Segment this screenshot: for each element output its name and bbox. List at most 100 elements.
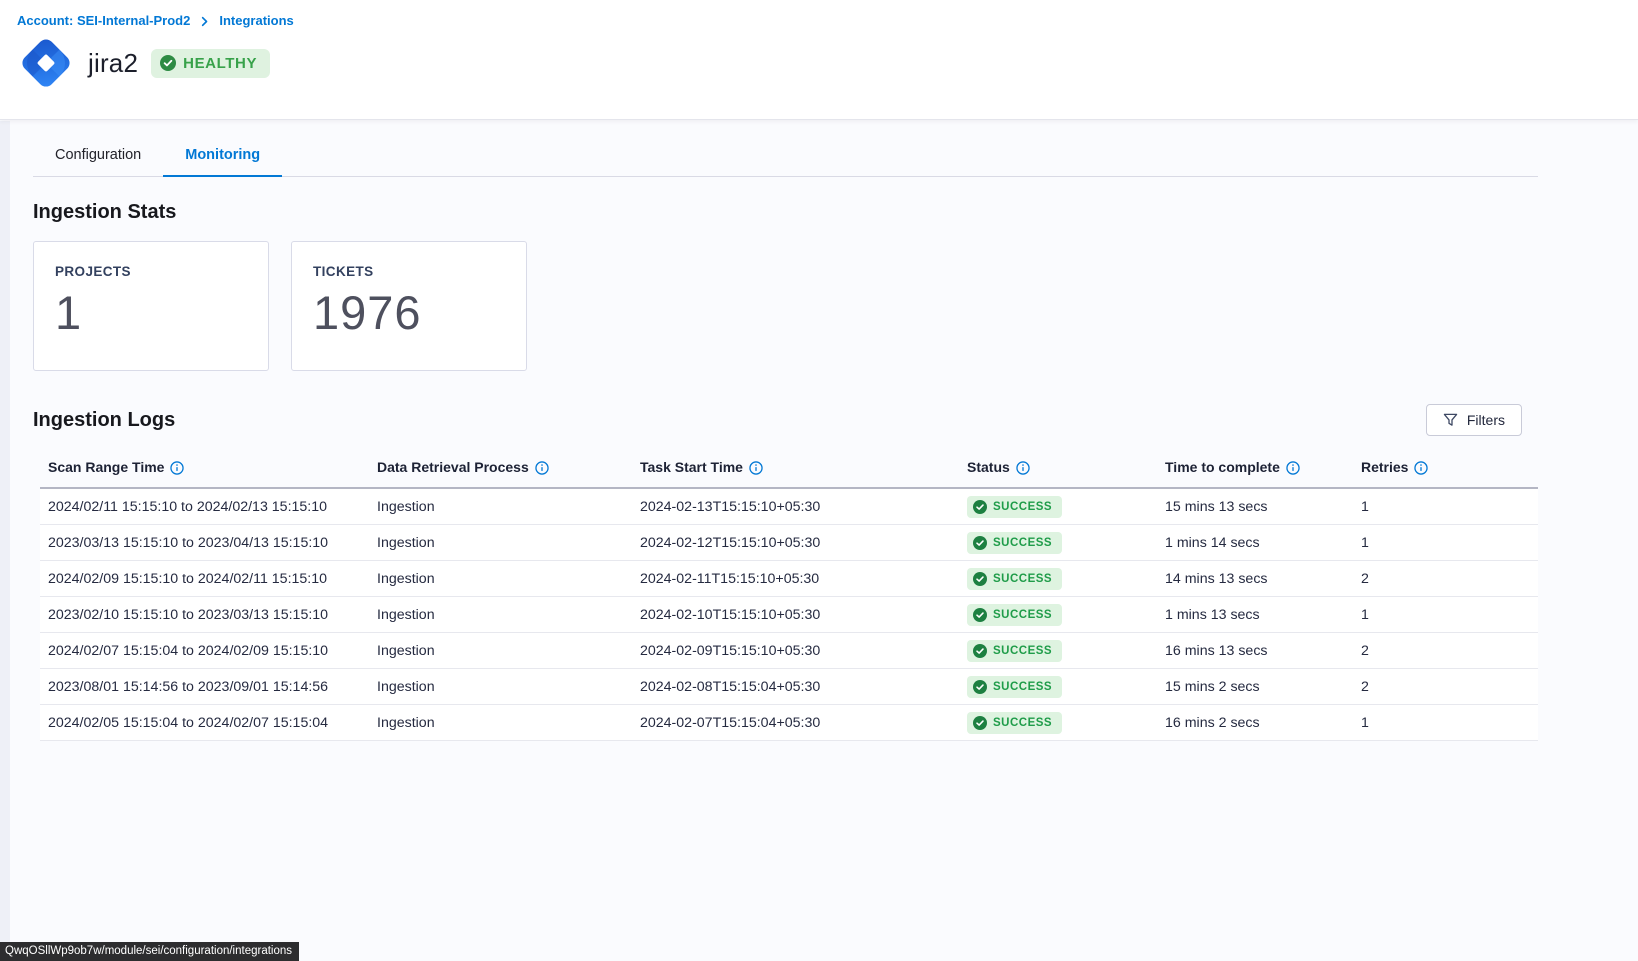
cell-process: Ingestion <box>369 535 632 551</box>
info-icon[interactable] <box>1016 461 1030 475</box>
stat-card-tickets: TICKETS 1976 <box>291 241 527 371</box>
ingestion-logs-title: Ingestion Logs <box>33 409 175 432</box>
column-header-scan-range-time: Scan Range Time <box>40 449 369 487</box>
column-header-task-start-time: Task Start Time <box>632 449 959 487</box>
monitoring-page: ConfigurationMonitoring Ingestion Stats … <box>0 120 1638 741</box>
chevron-right-icon <box>199 16 210 27</box>
cell-time-to-complete: 16 mins 13 secs <box>1157 643 1353 659</box>
stat-value: 1976 <box>313 285 526 340</box>
info-icon[interactable] <box>535 461 549 475</box>
info-icon[interactable] <box>1414 461 1428 475</box>
cell-retries: 1 <box>1353 715 1538 731</box>
stat-cards: PROJECTS 1 TICKETS 1976 <box>33 241 1638 371</box>
cell-time-to-complete: 1 mins 14 secs <box>1157 535 1353 551</box>
ingestion-logs-table: Scan Range Time Data Retrieval Process Tas… <box>40 449 1538 741</box>
check-circle-icon <box>973 572 987 586</box>
column-header-time-to-complete: Time to complete <box>1157 449 1353 487</box>
status-badge: SUCCESS <box>967 532 1062 554</box>
status-badge-label: SUCCESS <box>993 537 1052 549</box>
ingestion-logs-header: Ingestion Logs Filters <box>33 404 1638 436</box>
cell-scan-range: 2023/08/01 15:14:56 to 2023/09/01 15:14:… <box>40 679 369 695</box>
status-badge-label: SUCCESS <box>993 681 1052 693</box>
status-badge: SUCCESS <box>967 604 1062 626</box>
page-title: jira2 <box>88 48 138 79</box>
stat-label: PROJECTS <box>55 264 268 279</box>
cell-task-start: 2024-02-11T15:15:10+05:30 <box>632 571 959 587</box>
cell-task-start: 2024-02-07T15:15:04+05:30 <box>632 715 959 731</box>
cell-process: Ingestion <box>369 607 632 623</box>
column-header-label: Status <box>967 459 1010 475</box>
table-body: 2024/02/11 15:15:10 to 2024/02/13 15:15:… <box>40 489 1538 741</box>
check-circle-icon <box>973 680 987 694</box>
cell-status: SUCCESS <box>959 640 1157 662</box>
breadcrumb-account-link[interactable]: Account: SEI-Internal-Prod2 <box>17 13 190 28</box>
info-icon[interactable] <box>749 461 763 475</box>
cell-scan-range: 2024/02/09 15:15:10 to 2024/02/11 15:15:… <box>40 571 369 587</box>
breadcrumb: Account: SEI-Internal-Prod2 Integrations <box>17 13 1638 28</box>
cell-status: SUCCESS <box>959 496 1157 518</box>
cell-task-start: 2024-02-09T15:15:10+05:30 <box>632 643 959 659</box>
ingestion-stats-title: Ingestion Stats <box>33 201 1638 224</box>
table-row: 2024/02/05 15:15:04 to 2024/02/07 15:15:… <box>40 705 1538 741</box>
cell-process: Ingestion <box>369 643 632 659</box>
cell-time-to-complete: 16 mins 2 secs <box>1157 715 1353 731</box>
stat-value: 1 <box>55 285 268 340</box>
cell-time-to-complete: 15 mins 2 secs <box>1157 679 1353 695</box>
status-badge: SUCCESS <box>967 496 1062 518</box>
table-header: Scan Range Time Data Retrieval Process Tas… <box>40 449 1538 489</box>
cell-retries: 2 <box>1353 643 1538 659</box>
tab-configuration[interactable]: Configuration <box>33 136 163 177</box>
info-icon[interactable] <box>1286 461 1300 475</box>
column-header-status: Status <box>959 449 1157 487</box>
check-circle-icon <box>160 55 176 71</box>
cell-process: Ingestion <box>369 571 632 587</box>
ingestion-stats-section: Ingestion Stats PROJECTS 1 TICKETS 1976 <box>10 201 1638 371</box>
cell-process: Ingestion <box>369 499 632 515</box>
cell-status: SUCCESS <box>959 604 1157 626</box>
health-status-badge: HEALTHY <box>151 49 270 78</box>
cell-retries: 1 <box>1353 535 1538 551</box>
filters-button[interactable]: Filters <box>1426 404 1522 436</box>
cell-status: SUCCESS <box>959 568 1157 590</box>
status-badge: SUCCESS <box>967 568 1062 590</box>
column-header-label: Retries <box>1361 459 1408 475</box>
check-circle-icon <box>973 644 987 658</box>
tab-bar: ConfigurationMonitoring <box>33 120 1538 177</box>
cell-retries: 1 <box>1353 499 1538 515</box>
cell-process: Ingestion <box>369 715 632 731</box>
cell-retries: 2 <box>1353 571 1538 587</box>
status-badge-label: SUCCESS <box>993 717 1052 729</box>
column-header-label: Data Retrieval Process <box>377 459 529 475</box>
table-row: 2023/03/13 15:15:10 to 2023/04/13 15:15:… <box>40 525 1538 561</box>
info-icon[interactable] <box>170 461 184 475</box>
stat-label: TICKETS <box>313 264 526 279</box>
cell-retries: 1 <box>1353 607 1538 623</box>
cell-scan-range: 2024/02/11 15:15:10 to 2024/02/13 15:15:… <box>40 499 369 515</box>
link-preview-statusbar: QwqOSllWp9ob7w/module/sei/configuration/… <box>0 942 299 961</box>
cell-task-start: 2024-02-13T15:15:10+05:30 <box>632 499 959 515</box>
jira-logo-icon <box>17 34 75 92</box>
stat-card-projects: PROJECTS 1 <box>33 241 269 371</box>
health-status-label: HEALTHY <box>183 55 257 72</box>
cell-scan-range: 2023/02/10 15:15:10 to 2023/03/13 15:15:… <box>40 607 369 623</box>
status-badge: SUCCESS <box>967 712 1062 734</box>
cell-task-start: 2024-02-08T15:15:04+05:30 <box>632 679 959 695</box>
cell-process: Ingestion <box>369 679 632 695</box>
breadcrumb-integrations-link[interactable]: Integrations <box>219 13 293 28</box>
table-row: 2023/02/10 15:15:10 to 2023/03/13 15:15:… <box>40 597 1538 633</box>
column-header-label: Scan Range Time <box>48 459 164 475</box>
status-badge-label: SUCCESS <box>993 609 1052 621</box>
cell-scan-range: 2023/03/13 15:15:10 to 2023/04/13 15:15:… <box>40 535 369 551</box>
cell-task-start: 2024-02-10T15:15:10+05:30 <box>632 607 959 623</box>
table-row: 2023/08/01 15:14:56 to 2023/09/01 15:14:… <box>40 669 1538 705</box>
column-header-data-retrieval-process: Data Retrieval Process <box>369 449 632 487</box>
integration-title-row: jira2 HEALTHY <box>17 34 1638 92</box>
cell-time-to-complete: 15 mins 13 secs <box>1157 499 1353 515</box>
table-row: 2024/02/11 15:15:10 to 2024/02/13 15:15:… <box>40 489 1538 525</box>
check-circle-icon <box>973 608 987 622</box>
column-header-retries: Retries <box>1353 449 1538 487</box>
tab-monitoring[interactable]: Monitoring <box>163 136 282 177</box>
cell-scan-range: 2024/02/05 15:15:04 to 2024/02/07 15:15:… <box>40 715 369 731</box>
table-row: 2024/02/09 15:15:10 to 2024/02/11 15:15:… <box>40 561 1538 597</box>
column-header-label: Task Start Time <box>640 459 743 475</box>
